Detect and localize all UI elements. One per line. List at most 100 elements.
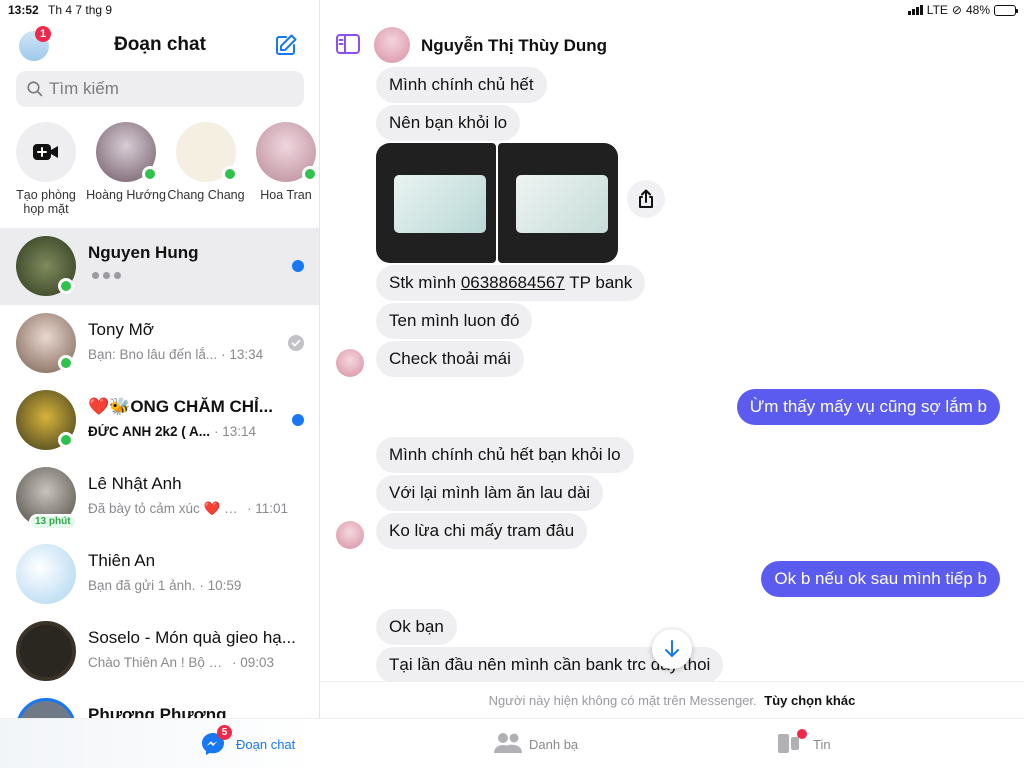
contact-avatar[interactable] — [374, 27, 410, 63]
chat-name: Soselo - Món quà gieo hạ... — [88, 628, 296, 647]
status-time: 13:52 — [8, 3, 39, 17]
chat-name: ❤️🐝ONG CHĂM CHỈ... — [88, 397, 273, 416]
preview-text: Đã bày tỏ cảm xúc ❤️ về... — [88, 501, 243, 516]
message-bubble-sent[interactable]: Ừm thấy mấy vụ cũng sợ lắm b — [736, 389, 1000, 425]
arrow-down-icon — [665, 640, 679, 657]
message-bubble[interactable]: Mình chính chủ hết — [376, 67, 547, 103]
sidebar-header: 1 Đoạn chat — [0, 26, 319, 68]
message-bubble[interactable]: Với lại mình làm ăn lau dài — [376, 475, 604, 511]
chat-preview: ĐỨC ANH 2k2 ( A... · 13:14 — [88, 424, 288, 439]
search-input[interactable] — [49, 79, 289, 99]
compose-icon[interactable] — [274, 33, 298, 57]
battery-icon — [994, 4, 1018, 16]
network-label: LTE — [926, 3, 948, 17]
story-avatar — [176, 122, 238, 182]
preview-text: Chào Thiên An ! Bộ sưu... — [88, 655, 228, 670]
preview-text: ĐỨC ANH 2k2 ( A... — [88, 424, 210, 439]
id-card-photo-back[interactable] — [498, 143, 618, 263]
tab-chats[interactable]: 5 Đoạn chat — [200, 725, 295, 757]
tab-dot — [797, 729, 807, 739]
preview-time: · 11:01 — [246, 501, 288, 516]
chat-preview: Chào Thiên An ! Bộ sưu... · 09:03 — [88, 655, 288, 670]
tab-icon-wrap — [493, 731, 522, 757]
sidebar-title: Đoạn chat — [114, 34, 206, 55]
sidebar-toggle-icon[interactable] — [336, 34, 360, 54]
more-options-link[interactable]: Tùy chọn khác — [764, 693, 855, 708]
typing-indicator — [92, 272, 121, 279]
id-card-image — [394, 175, 486, 233]
online-dot — [58, 355, 74, 371]
chat-preview: Đã bày tỏ cảm xúc ❤️ về... · 11:01 — [88, 501, 288, 517]
message-bubble[interactable]: Ko lừa chi mấy tram đâu — [376, 513, 588, 549]
contact-name[interactable]: Nguyễn Thị Thùy Dung — [421, 36, 607, 56]
share-icon — [639, 189, 653, 208]
active-minutes-badge: 13 phút — [29, 514, 77, 530]
search-icon — [27, 81, 43, 97]
online-dot — [222, 166, 238, 182]
chat-item-ong-cham-chi[interactable]: ❤️🐝ONG CHĂM CHỈ... ĐỨC ANH 2k2 ( A... · … — [0, 382, 319, 459]
chat-item-le-nhat-anh[interactable]: 13 phút Lê Nhật Anh Đã bày tỏ cảm xúc ❤️… — [0, 459, 319, 536]
message-bubble[interactable]: Mình chính chủ hết bạn khỏi lo — [376, 437, 634, 473]
online-dot — [302, 166, 318, 182]
preview-time: · 09:03 — [232, 655, 275, 670]
online-dot — [58, 432, 74, 448]
story-chang-chang[interactable]: Chang Chang — [166, 122, 246, 202]
tab-contacts[interactable]: Danh bạ — [493, 731, 578, 757]
account-number-link[interactable]: 06388684567 — [461, 273, 565, 292]
conversation-header: Nguyễn Thị Thùy Dung — [320, 20, 1024, 70]
offline-notice: Người này hiện không có mặt trên Messeng… — [320, 681, 1024, 718]
online-dot — [142, 166, 158, 182]
rotation-lock-icon: ⊘ — [951, 3, 962, 17]
story-hoa-tran[interactable]: Hoa Tran — [246, 122, 319, 202]
people-icon — [494, 733, 522, 753]
seen-check-icon — [288, 335, 304, 351]
chat-avatar — [16, 544, 76, 604]
tab-bar: 5 Đoạn chat Danh bạ Tin — [0, 718, 1024, 768]
chat-avatar — [16, 698, 76, 718]
message-bubble-sent[interactable]: Ok b nếu ok sau mình tiếp b — [761, 561, 1000, 597]
story-hoang-huong[interactable]: Hoàng Hướng — [86, 122, 166, 202]
share-button[interactable] — [627, 180, 665, 218]
new-room-avatar — [16, 122, 76, 182]
story-label: Chang Chang — [167, 188, 245, 202]
signal-icon — [907, 5, 923, 15]
chat-item-thien-an[interactable]: Thiên An Bạn đã gửi 1 ảnh. · 10:59 — [0, 536, 319, 613]
message-bubble[interactable]: Nên bạn khỏi lo — [376, 105, 521, 141]
chat-item-nguyen-hung[interactable]: Nguyen Hung — [0, 228, 319, 305]
message-bubble[interactable]: Check thoải mái — [376, 341, 524, 377]
search-bar[interactable] — [16, 71, 304, 107]
chat-item-tony-mo[interactable]: Tony Mỡ Bạn: Bno lâu đến lắ... · 13:34 — [0, 305, 319, 382]
messenger-screen: 13:52 Th 4 7 thg 9 LTE ⊘ 48% 1 Đoạn chat — [0, 0, 1024, 768]
tab-label: Danh bạ — [529, 736, 579, 752]
message-list: Mình chính chủ hết Nên bạn khỏi lo Stk m… — [320, 66, 1024, 681]
status-indicators: LTE ⊘ 48% — [907, 3, 1018, 17]
preview-time: · 13:34 — [221, 347, 264, 362]
story-avatar — [96, 122, 158, 182]
story-new-room[interactable]: Tạo phòng họp mặt — [6, 122, 86, 216]
preview-time: · 10:59 — [199, 578, 242, 593]
offline-text: Người này hiện không có mặt trên Messeng… — [488, 693, 757, 708]
chat-name: Phương Phương — [88, 705, 227, 718]
message-bubble[interactable]: Ok bạn — [376, 609, 457, 645]
preview-text: Bạn: Bno lâu đến lắ... — [88, 347, 218, 362]
story-label: Hoàng Hướng — [86, 188, 166, 202]
chat-preview: Bạn: Bno lâu đến lắ... · 13:34 — [88, 347, 288, 362]
unread-dot — [292, 260, 304, 272]
chat-sidebar: 1 Đoạn chat Tạo — [0, 0, 320, 718]
id-card-photo-front[interactable] — [376, 143, 496, 263]
chat-preview: Bạn đã gửi 1 ảnh. · 10:59 — [88, 578, 288, 593]
chat-item-phuong-phuong[interactable]: Phương Phương — [0, 690, 319, 718]
chat-avatar — [16, 621, 76, 681]
message-bubble-account[interactable]: Stk mình 06388684567 TP bank — [376, 265, 646, 301]
chat-name: Tony Mỡ — [88, 320, 154, 339]
tab-icon-wrap — [777, 729, 807, 757]
message-text: Stk mình — [389, 273, 461, 292]
preview-text: Bạn đã gửi 1 ảnh. — [88, 578, 196, 593]
message-bubble[interactable]: Ten mình luon đó — [376, 303, 533, 339]
sender-avatar — [336, 349, 364, 377]
chat-item-soselo[interactable]: Soselo - Món quà gieo hạ... Chào Thiên A… — [0, 613, 319, 690]
scroll-down-button[interactable] — [652, 629, 692, 669]
tab-stories[interactable]: Tin — [777, 729, 831, 757]
preview-time: · 13:14 — [213, 424, 256, 439]
status-date: Th 4 7 thg 9 — [48, 3, 113, 17]
